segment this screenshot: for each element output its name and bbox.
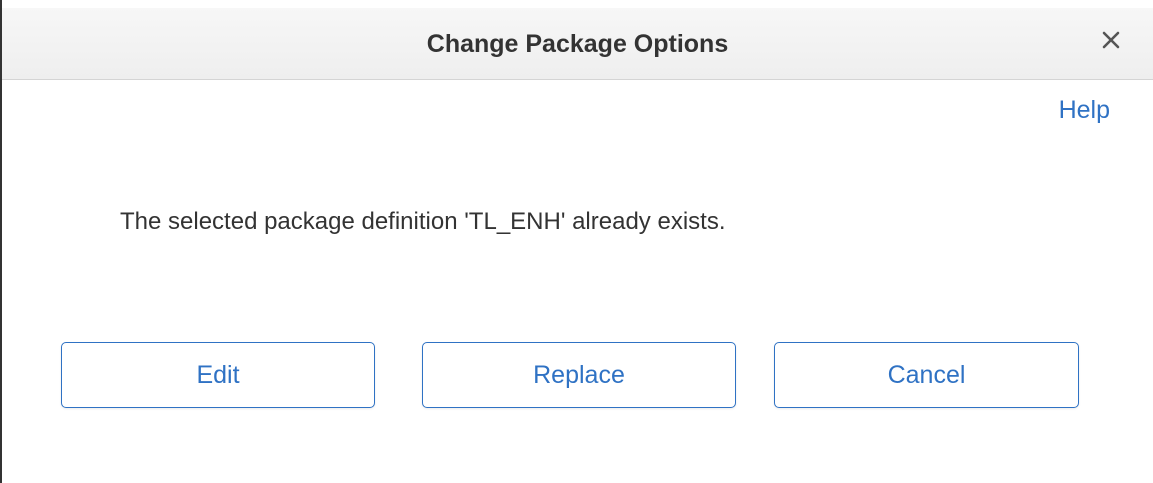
replace-button[interactable]: Replace [422, 342, 736, 408]
help-link[interactable]: Help [1059, 96, 1110, 125]
edit-button[interactable]: Edit [61, 342, 375, 408]
dialog-titlebar: Change Package Options [2, 8, 1153, 80]
cancel-button[interactable]: Cancel [774, 342, 1079, 408]
dialog-message: The selected package definition 'TL_ENH'… [120, 208, 726, 235]
dialog-title: Change Package Options [426, 30, 729, 58]
change-package-options-dialog: Change Package Options Help The selected… [0, 0, 1153, 483]
close-icon[interactable] [1097, 26, 1125, 54]
